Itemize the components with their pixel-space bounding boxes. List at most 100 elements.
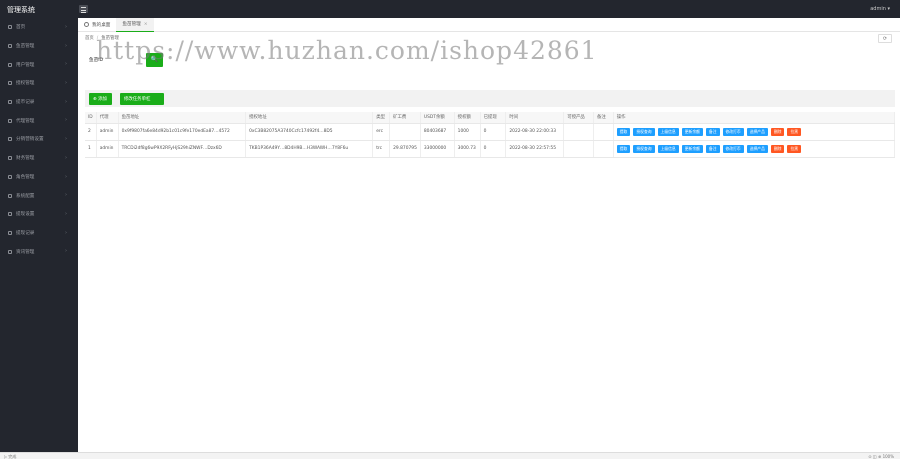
- sidebar-item[interactable]: 系统配置 ›: [0, 186, 78, 205]
- row-action-button[interactable]: 备注: [705, 144, 720, 153]
- sidebar-item-label: 提现设置: [16, 212, 35, 218]
- menu-icon: [8, 212, 12, 217]
- chevron-right-icon: ›: [65, 98, 67, 105]
- table-cell-product: [563, 140, 594, 158]
- table-header: 可授产品: [563, 112, 594, 124]
- sidebar-item[interactable]: 代理管理 ›: [0, 111, 78, 130]
- row-action-button[interactable]: 拉黑: [787, 144, 802, 153]
- chevron-right-icon: ›: [65, 136, 67, 143]
- sidebar-item[interactable]: 资讯管理 ›: [0, 242, 78, 261]
- menu-icon: [8, 100, 12, 105]
- table-cell-actions: 提取 授权查询 上级信息 更新余额 备注 修改打币 选择产品 删除 拉黑: [613, 140, 896, 158]
- sidebar-item-label: 财务管理: [16, 156, 35, 162]
- sidebar-item-label: 分销营销设置: [16, 137, 44, 143]
- home-icon: [84, 22, 89, 27]
- menu-icon: [8, 249, 12, 254]
- row-action-button[interactable]: 更新余额: [681, 127, 703, 136]
- add-button[interactable]: ⊕ 添加: [89, 93, 112, 105]
- menu-icon: [8, 118, 12, 123]
- table-cell-approved: 1000: [454, 123, 481, 141]
- row-action-button[interactable]: 授权查询: [633, 127, 655, 136]
- sidebar-item-label: 代理管理: [16, 118, 35, 124]
- row-action-button[interactable]: 上级信息: [657, 127, 679, 136]
- menu-icon: [8, 81, 12, 86]
- table-header: 授权地址: [245, 112, 374, 124]
- row-action-button[interactable]: 拉黑: [787, 127, 802, 136]
- table-header: 时间: [505, 112, 565, 124]
- chevron-right-icon: ›: [65, 173, 67, 180]
- table-header: 备注: [593, 112, 614, 124]
- row-action-button[interactable]: 上级信息: [657, 144, 679, 153]
- user-menu[interactable]: admin ▾: [870, 6, 890, 12]
- table-header: 代理: [96, 112, 119, 124]
- row-action-button[interactable]: 选择产品: [746, 144, 768, 153]
- sidebar: 首页 › 鱼苗管理 › 用户管理 › 授权管理 › 提币记录 › 代理管理 › 分销营销设置 › 财务管理 ›…: [0, 18, 78, 452]
- close-icon[interactable]: ×: [144, 22, 148, 27]
- sidebar-item[interactable]: 提币记录 ›: [0, 93, 78, 112]
- row-action-button[interactable]: 备注: [705, 127, 720, 136]
- sidebar-item-label: 用户管理: [16, 62, 35, 68]
- row-action-button[interactable]: 修改打币: [722, 127, 744, 136]
- row-action-button[interactable]: 更新余额: [681, 144, 703, 153]
- table-cell-usdt: 80403687: [420, 123, 455, 141]
- sidebar-item[interactable]: 用户管理 ›: [0, 55, 78, 74]
- sidebar-item-label: 系统配置: [16, 193, 35, 199]
- table-cell-fish: TRCDi2df8g6wP9X2RFyHjS29hiZNWF…Dzx6D: [118, 140, 247, 158]
- row-action-button[interactable]: 提取: [616, 144, 631, 153]
- table-header: 矿工费: [389, 112, 421, 124]
- chevron-right-icon: ›: [65, 229, 67, 236]
- chevron-right-icon: ›: [65, 42, 67, 49]
- chevron-right-icon: ›: [65, 117, 67, 124]
- table-header: 授权额: [454, 112, 481, 124]
- sidebar-item-label: 鱼苗管理: [16, 44, 35, 50]
- refresh-button[interactable]: ⟳: [878, 34, 892, 43]
- watermark: https://www.huzhan.com/ishop42861: [96, 36, 598, 65]
- sidebar-item[interactable]: 角色管理 ›: [0, 168, 78, 187]
- table-header: 类型: [372, 112, 391, 124]
- menu-icon: [8, 137, 12, 142]
- app-title: 管理系统: [7, 6, 35, 14]
- tab-fish[interactable]: 鱼苗管理 ×: [116, 17, 154, 32]
- table-cell-type: erc: [372, 123, 391, 141]
- table-cell-id: 1: [85, 140, 97, 158]
- tab-home[interactable]: 我的桌面: [78, 18, 116, 32]
- table-cell-fee: 29.870795: [389, 140, 421, 158]
- row-action-button[interactable]: 删除: [770, 127, 785, 136]
- table-cell-agent: admin: [96, 140, 119, 158]
- sidebar-item-label: 提现记录: [16, 230, 35, 236]
- table-header: USDT余额: [420, 112, 455, 124]
- row-action-button[interactable]: 修改打币: [722, 144, 744, 153]
- table-cell-auth: TKB1P36A49Y…8D4H9B…H3WAWH…7Y8F6u: [245, 140, 374, 158]
- table-cell-remark: [593, 140, 614, 158]
- status-bar: ▷ 完成 ⊙ ◫ ⊕ 100%: [0, 452, 900, 459]
- table-cell-withdrawn: 0: [480, 140, 507, 158]
- sidebar-item[interactable]: 分销营销设置 ›: [0, 130, 78, 149]
- batch-edit-button[interactable]: 修改任务单杠: [120, 93, 164, 105]
- menu-icon: [8, 174, 12, 179]
- row-action-button[interactable]: 提取: [616, 127, 631, 136]
- sidebar-item[interactable]: 提现记录 ›: [0, 224, 78, 243]
- table-row: 2 admin 0x9f9807fa6e84d92b1c01c9fe170edEa8…: [85, 123, 896, 141]
- tab-bar: 我的桌面 鱼苗管理 ×: [78, 17, 900, 32]
- row-action-button[interactable]: 删除: [770, 144, 785, 153]
- table-cell-auth: 0xC3B82075A3740Ccfc17492f4…8D5: [245, 123, 374, 141]
- top-bar: 管理系统 admin ▾: [0, 0, 900, 18]
- chevron-right-icon: ›: [65, 210, 67, 217]
- sidebar-item-label: 授权管理: [16, 81, 35, 87]
- sidebar-item[interactable]: 鱼苗管理 ›: [0, 37, 78, 56]
- sidebar-item[interactable]: 授权管理 ›: [0, 74, 78, 93]
- menu-icon: [8, 230, 12, 235]
- sidebar-item[interactable]: 提现设置 ›: [0, 205, 78, 224]
- row-action-button[interactable]: 选择产品: [746, 127, 768, 136]
- menu-icon: [8, 44, 12, 49]
- row-action-button[interactable]: 授权查询: [633, 144, 655, 153]
- table-cell-agent: admin: [96, 123, 119, 141]
- chevron-right-icon: ›: [65, 24, 67, 30]
- table-cell-type: trc: [372, 140, 391, 158]
- table-cell-remark: [593, 123, 614, 141]
- menu-toggle-button[interactable]: [79, 5, 88, 13]
- sidebar-item[interactable]: 首页 ›: [0, 18, 78, 37]
- table-header: ID: [85, 112, 97, 124]
- sidebar-item[interactable]: 财务管理 ›: [0, 149, 78, 168]
- table-cell-approved: 3000.73: [454, 140, 481, 158]
